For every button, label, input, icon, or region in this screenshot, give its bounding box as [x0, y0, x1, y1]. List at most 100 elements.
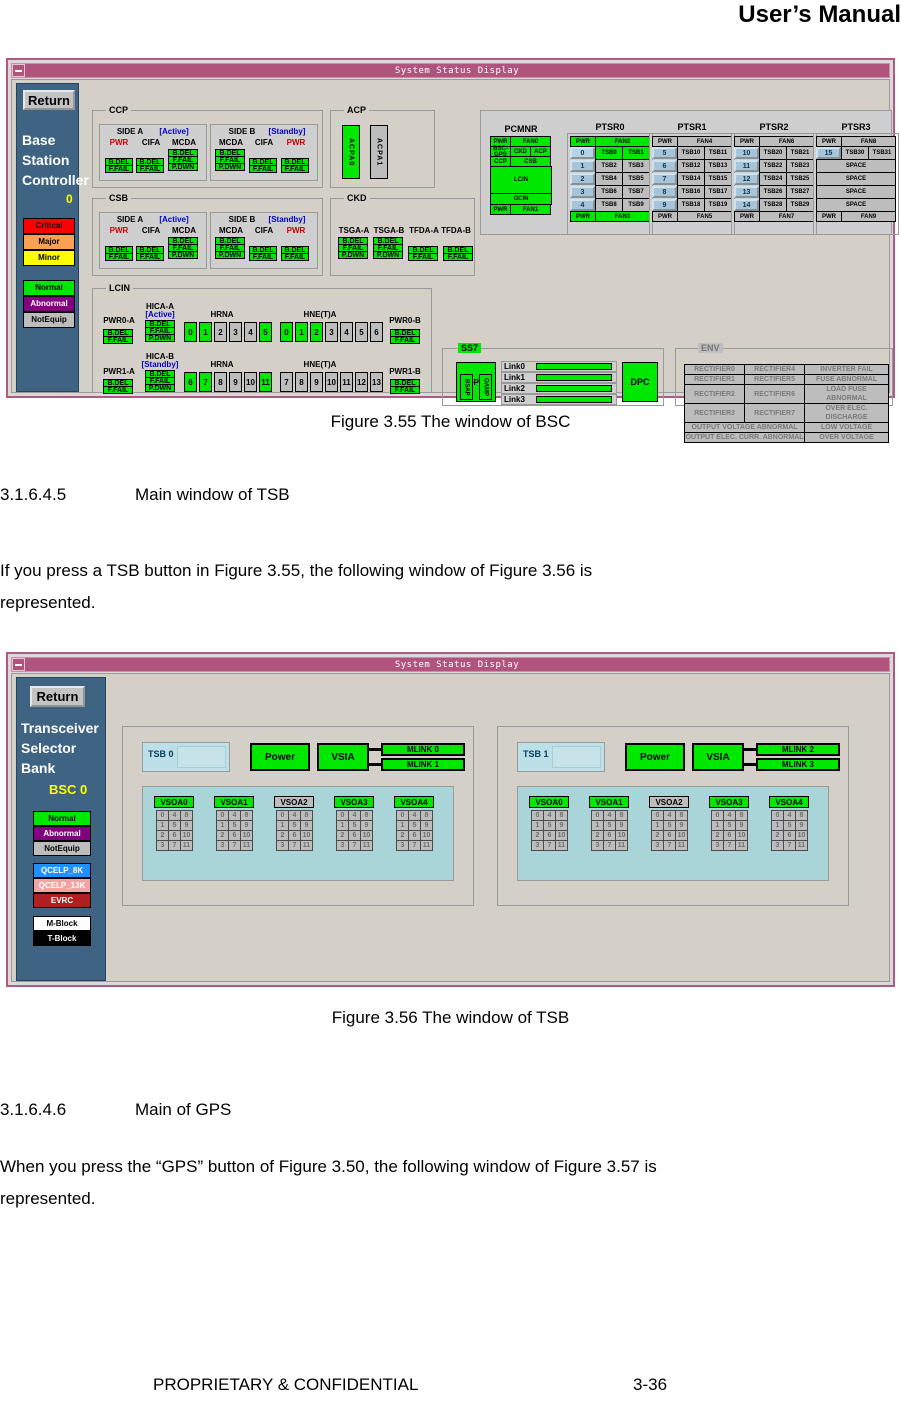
ptsr-tsb-cell[interactable]: TSB16 — [677, 185, 705, 199]
ptsr-tsb-cell[interactable]: TSB28 — [759, 198, 787, 212]
env-cell[interactable]: INVERTER FAIL — [804, 364, 889, 375]
lcin-slot[interactable]: 10 — [325, 372, 338, 392]
ptsr-tsb-cell[interactable]: TSB0 — [595, 146, 623, 160]
vsoa-channel-cell[interactable]: 11 — [240, 840, 253, 851]
vsoa-channel-cell[interactable]: 10 — [735, 830, 748, 841]
ss7-link-bar[interactable] — [536, 363, 612, 370]
csb-a-mcda-stack[interactable]: B.DEL F.FAIL P.DWN — [168, 237, 198, 259]
vsoa-channel-cell[interactable]: 3 — [591, 840, 604, 851]
vsoa-channel-cell[interactable]: 2 — [336, 830, 349, 841]
ccp-a-mcda-stack[interactable]: B.DEL F.FAIL P.DWN — [168, 149, 198, 171]
ptsr-tsb-button[interactable]: 8 — [652, 186, 677, 198]
vsoa-channel-cell[interactable]: 1 — [336, 820, 349, 831]
ptsr-tsb-cell[interactable]: TSB29 — [786, 198, 814, 212]
tsb-mlink-block[interactable]: MLINK 3 — [756, 758, 840, 771]
ptsr-tsb-cell[interactable]: TSB11 — [704, 146, 732, 160]
vsoa-channel-cell[interactable]: 5 — [228, 820, 241, 831]
vsoa-channel-cell[interactable]: 7 — [228, 840, 241, 851]
ptsr-space[interactable]: SPACE — [816, 185, 896, 199]
ckd-tsga-a-stack[interactable]: B.DEL F.FAIL P.DWN — [338, 237, 368, 259]
vsoa-channel-cell[interactable]: 7 — [603, 840, 616, 851]
tsb-name-field[interactable]: TSB 1 — [517, 742, 605, 772]
lcin-slot[interactable]: 8 — [295, 372, 308, 392]
ptsr-tsb-cell[interactable]: TSB7 — [622, 185, 650, 199]
ptsr-tsb-cell[interactable]: TSB17 — [704, 185, 732, 199]
lcin-slot[interactable]: 9 — [229, 372, 242, 392]
vsoa-channel-cell[interactable]: 1 — [591, 820, 604, 831]
tsb-name-input[interactable] — [177, 746, 226, 768]
lcin-b-pwr-left-stack[interactable]: B.DEL F.FAIL — [103, 379, 133, 394]
vsoa-channel-cell[interactable]: 9 — [615, 820, 628, 831]
ptsr-tsb-cell[interactable]: TSB15 — [704, 172, 732, 186]
vsoa-channel-cell[interactable]: 8 — [180, 810, 193, 821]
tsb-mlink-block[interactable]: MLINK 1 — [381, 758, 465, 771]
vsoa-channel-cell[interactable]: 0 — [276, 810, 289, 821]
ccp-a-cifa-stack[interactable]: B.DEL F.FAIL — [136, 158, 164, 173]
ptsr-tsb-cell[interactable]: TSB19 — [704, 198, 732, 212]
lcin-slot[interactable]: 3 — [229, 322, 242, 342]
env-cell[interactable]: RECTIFIER6 — [744, 384, 806, 404]
minimize-icon[interactable] — [12, 64, 25, 77]
ptsr-tsb-cell[interactable]: TSB4 — [595, 172, 623, 186]
ptsr-fan-bottom[interactable]: FAN7 — [759, 211, 814, 222]
ckd-tfda-b-stack[interactable]: B.DEL F.FAIL — [443, 246, 473, 261]
vsoa-channel-cell[interactable]: 6 — [348, 830, 361, 841]
lcin-slot[interactable]: 2 — [214, 322, 227, 342]
vsoa-channel-cell[interactable]: 2 — [591, 830, 604, 841]
vsoa-channel-cell[interactable]: 0 — [651, 810, 664, 821]
lcin-slot[interactable]: 12 — [355, 372, 368, 392]
acp-unit-0[interactable]: ACPA0 — [342, 125, 360, 179]
vsoa-channel-cell[interactable]: 5 — [348, 820, 361, 831]
vsoa-header[interactable]: VSOA4 — [769, 796, 809, 808]
vsoa-channel-cell[interactable]: 3 — [531, 840, 544, 851]
vsoa-channel-cell[interactable]: 4 — [663, 810, 676, 821]
ptsr-tsb-button[interactable]: 15 — [816, 147, 841, 159]
vsoa-channel-cell[interactable]: 8 — [555, 810, 568, 821]
lcin-slot[interactable]: 0 — [184, 322, 197, 342]
vsoa-channel-cell[interactable]: 9 — [735, 820, 748, 831]
ptsr-tsb-cell[interactable]: TSB22 — [759, 159, 787, 173]
ptsr-tsb-cell[interactable]: TSB31 — [868, 146, 896, 160]
tsb-vsia-block[interactable]: VSIA — [317, 743, 369, 771]
ptsr-tsb-cell[interactable]: TSB12 — [677, 159, 705, 173]
vsoa-channel-cell[interactable]: 3 — [216, 840, 229, 851]
lcin-slot[interactable]: 13 — [370, 372, 383, 392]
vsoa-channel-cell[interactable]: 6 — [288, 830, 301, 841]
ptsr-fan-bottom[interactable]: FAN9 — [841, 211, 896, 222]
vsoa-channel-cell[interactable]: 6 — [408, 830, 421, 841]
ptsr-fan-bottom[interactable]: FAN3 — [595, 211, 650, 222]
vsoa-channel-cell[interactable]: 10 — [675, 830, 688, 841]
return-button[interactable]: Return — [30, 686, 85, 707]
env-cell[interactable]: RECTIFIER0 — [683, 364, 746, 375]
vsoa-channel-cell[interactable]: 1 — [156, 820, 169, 831]
vsoa-channel-cell[interactable]: 11 — [795, 840, 808, 851]
vsoa-channel-cell[interactable]: 1 — [531, 820, 544, 831]
env-cell[interactable]: OUTPUT ELEC. CURR. ABNORMAL — [683, 432, 806, 443]
env-cell[interactable]: FUSE ABNORMAL — [804, 374, 889, 385]
vsoa-channel-cell[interactable]: 6 — [228, 830, 241, 841]
ptsr-tsb-button[interactable]: 6 — [652, 160, 677, 172]
env-cell[interactable]: RECTIFIER4 — [744, 364, 806, 375]
vsoa-channel-cell[interactable]: 0 — [591, 810, 604, 821]
vsoa-channel-cell[interactable]: 1 — [711, 820, 724, 831]
ccp-b-pwr-stack[interactable]: B.DEL F.FAIL — [281, 158, 309, 173]
lcin-slot[interactable]: 3 — [325, 322, 338, 342]
vsoa-channel-cell[interactable]: 0 — [711, 810, 724, 821]
ss7-link-bar[interactable] — [536, 385, 612, 392]
ptsr-tsb-button[interactable]: 10 — [734, 147, 759, 159]
ptsr-tsb-button[interactable]: 7 — [652, 173, 677, 185]
acp-unit-1[interactable]: ACPA1 — [370, 125, 388, 179]
vsoa-channel-cell[interactable]: 7 — [408, 840, 421, 851]
vsoa-channel-cell[interactable]: 10 — [180, 830, 193, 841]
lcin-a-pwr-right-stack[interactable]: B.DEL F.FAIL — [390, 329, 420, 344]
ptsr-tsb-button[interactable]: 11 — [734, 160, 759, 172]
ccp-b-cifa-stack[interactable]: B.DEL F.FAIL — [249, 158, 277, 173]
lcin-slot[interactable]: 9 — [310, 372, 323, 392]
lcin-slot[interactable]: 2 — [310, 322, 323, 342]
lcin-slot[interactable]: 5 — [259, 322, 272, 342]
pcmnr-cell[interactable]: PWR — [490, 204, 511, 215]
ptsr-tsb-cell[interactable]: TSB8 — [595, 198, 623, 212]
vsoa-channel-cell[interactable]: 7 — [168, 840, 181, 851]
vsoa-channel-cell[interactable]: 1 — [771, 820, 784, 831]
vsoa-channel-cell[interactable]: 10 — [420, 830, 433, 841]
